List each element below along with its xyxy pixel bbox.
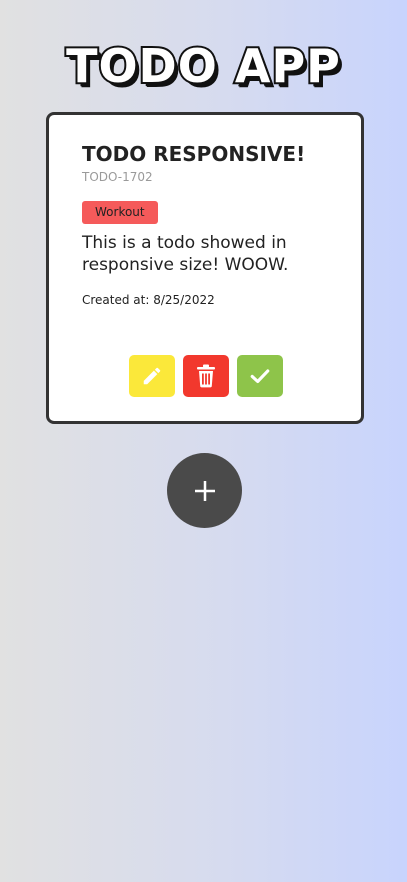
trash-icon <box>197 364 215 388</box>
todo-card: TODO RESPONSIVE! TODO-1702 Workout This … <box>46 112 364 424</box>
todo-title: TODO RESPONSIVE! <box>82 142 306 166</box>
todo-tag: Workout <box>82 201 158 224</box>
todo-created-date: Created at: 8/25/2022 <box>82 293 215 307</box>
complete-button[interactable] <box>237 355 283 397</box>
todo-actions <box>129 355 283 397</box>
todo-description: This is a todo showed in responsive size… <box>82 233 289 275</box>
todo-id: TODO-1702 <box>82 170 153 184</box>
check-icon <box>250 369 270 384</box>
edit-button[interactable] <box>129 355 175 397</box>
app-title: TODO APP <box>64 37 342 95</box>
delete-button[interactable] <box>183 355 229 397</box>
plus-icon <box>194 480 215 501</box>
pencil-icon <box>143 367 161 385</box>
add-todo-button[interactable] <box>167 453 242 528</box>
